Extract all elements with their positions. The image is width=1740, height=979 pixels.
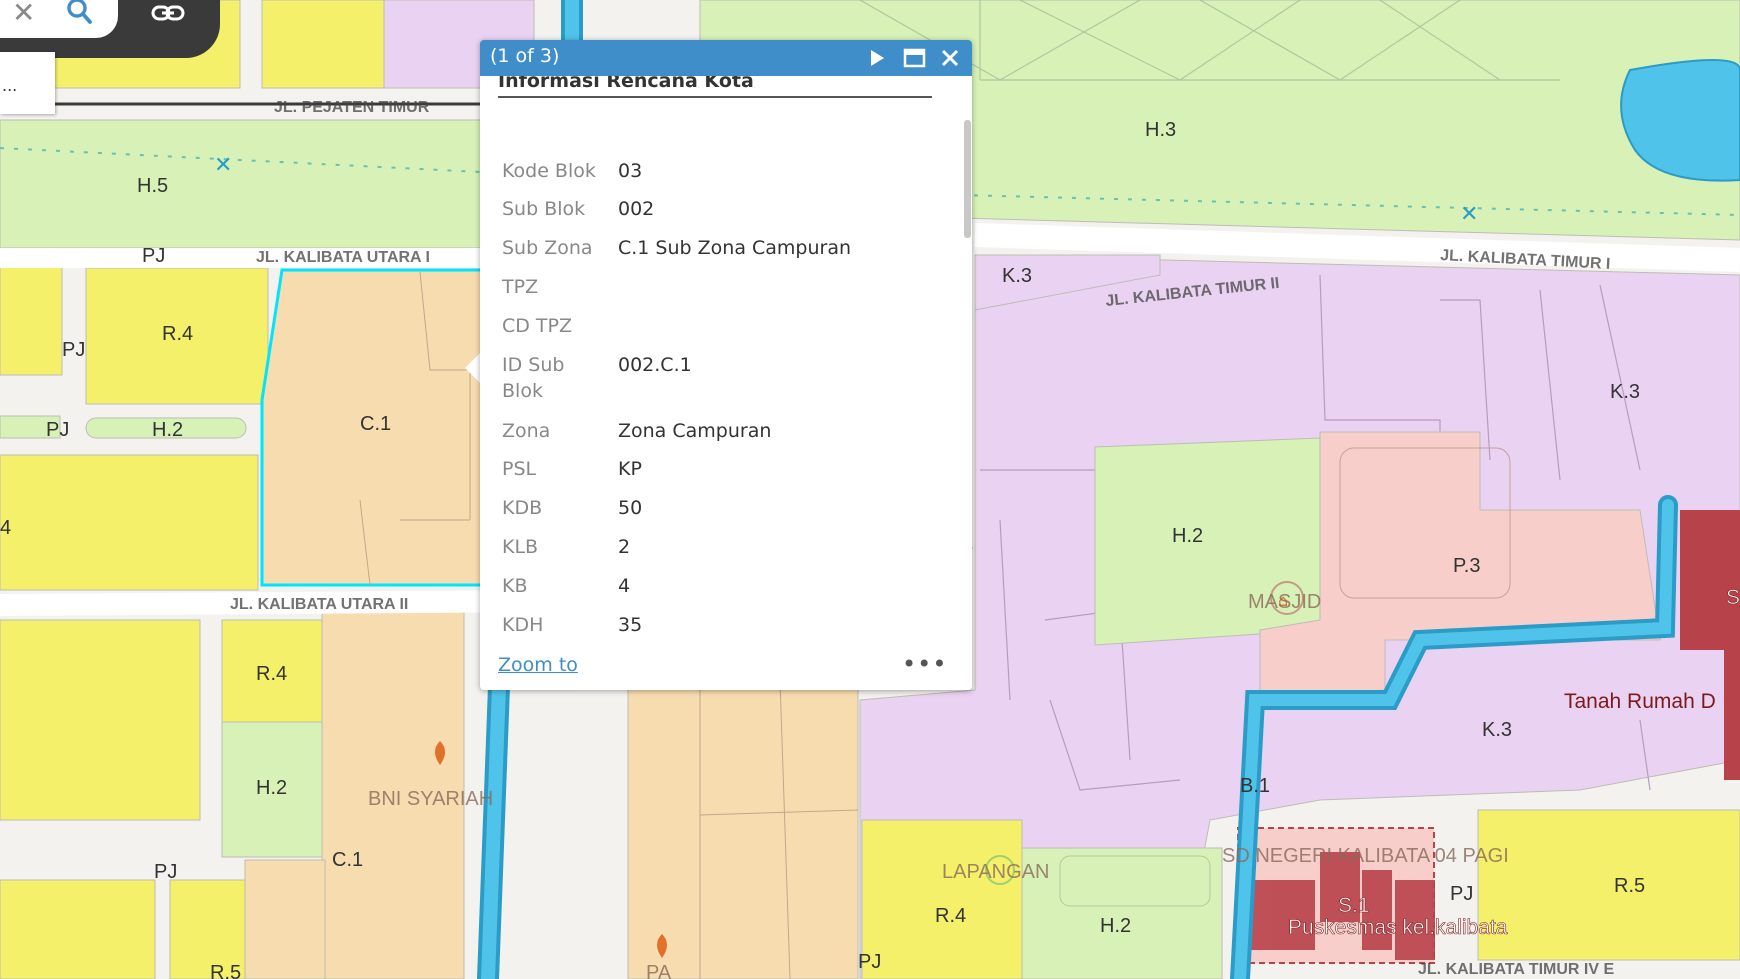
poi-label: MASJID	[1248, 591, 1321, 613]
attribute-key: Kode Blok	[502, 160, 596, 182]
attribute-key: KLB	[502, 536, 539, 558]
attribute-value: 50	[618, 651, 938, 656]
street-label: JL. KALIBATA TIMUR IV E	[1418, 961, 1614, 978]
attribute-value: 002	[618, 198, 655, 220]
attribute-key: TPZ	[502, 276, 539, 298]
popup-title: Informasi Rencana Kota	[498, 76, 754, 92]
poi-label: SD NEGERI KALIBATA 04 PAGI	[1222, 845, 1509, 867]
attribute-key: PSL	[502, 458, 537, 480]
zone-label: PJ	[1450, 883, 1473, 905]
poi-label: Puskesmas kel.kalibata	[1288, 916, 1508, 939]
popup-content[interactable]: Informasi Rencana Kota Kode Blok 03 Sub …	[480, 76, 956, 656]
zone-label: PJ	[62, 339, 85, 361]
attribute-value: 002.C.1	[618, 354, 692, 376]
zone-label: R.4	[256, 663, 287, 685]
zone-label: R.4	[162, 323, 193, 345]
poi-label: PA	[646, 962, 672, 979]
popup-header: (1 of 3)	[480, 40, 972, 76]
attribute-key: CD TPZ	[502, 315, 573, 337]
zone-label: PJ	[142, 245, 165, 267]
feature-popup: (1 of 3) Informasi Rencana Kota Kode Blo…	[480, 40, 972, 690]
attribute-value: 2	[618, 536, 631, 558]
zone-label: R.4	[935, 905, 966, 927]
zone-label: K.3	[1002, 265, 1032, 287]
poi-label: BNI SYARIAH	[368, 788, 493, 810]
zone-label: H.2	[152, 419, 183, 441]
poi-label: Tanah Rumah D	[1564, 690, 1716, 713]
zone-label: PJ	[46, 419, 69, 441]
rail-crossing-icon: ✕	[214, 153, 232, 178]
attribute-key: Zona	[502, 420, 551, 442]
search-input[interactable]: ✕	[0, 0, 118, 38]
attribute-value: 50	[618, 497, 643, 519]
maximize-icon[interactable]	[900, 44, 928, 72]
attribute-value: 03	[618, 160, 643, 182]
zone-label: PJ	[154, 861, 177, 883]
attribute-key: KB	[502, 575, 528, 597]
next-feature-icon[interactable]	[862, 44, 890, 72]
feature-count: (1 of 3)	[490, 45, 560, 67]
zone-label: 4	[0, 517, 11, 539]
attribute-key: KDH	[502, 614, 544, 636]
more-options-button[interactable]: •••	[902, 650, 947, 678]
link-icon[interactable]	[150, 0, 186, 28]
street-label: JL. KALIBATA UTARA I	[256, 249, 430, 266]
close-icon[interactable]	[936, 44, 964, 72]
attribute-key: Sub Blok	[502, 198, 586, 220]
zone-label: H.2	[1100, 915, 1131, 937]
search-suggestion[interactable]: ...	[0, 52, 55, 114]
zone-label: P.3	[1453, 555, 1480, 577]
zone-label: K.3	[1482, 719, 1512, 741]
zone-label: H.2	[1172, 525, 1203, 547]
search-icon[interactable]	[64, 0, 94, 30]
zone-label: C.1	[332, 849, 363, 871]
attribute-value: KP	[618, 458, 642, 480]
attribute-value: 4	[618, 575, 631, 597]
search-widget: ✕	[0, 0, 220, 58]
poi-label: LAPANGAN	[942, 861, 1049, 883]
close-icon[interactable]: ✕	[12, 0, 35, 28]
zone-label: B.1	[1240, 775, 1270, 797]
zone-label: K.3	[1610, 381, 1640, 403]
zoom-to-link[interactable]: Zoom to	[498, 654, 578, 676]
attribute-key: KDB	[502, 497, 543, 519]
zone-label: S	[1726, 586, 1740, 609]
zone-label: H.5	[137, 175, 168, 197]
title-divider	[498, 96, 932, 98]
street-label: JL. KALIBATA UTARA II	[230, 596, 408, 613]
zone-label: C.1	[360, 413, 391, 435]
rail-crossing-icon: ✕	[1460, 202, 1478, 227]
zone-label: H.2	[256, 777, 287, 799]
attribute-key: Sub Zona	[502, 237, 593, 259]
zone-label: R.5	[210, 962, 241, 979]
scrollbar-thumb[interactable]	[964, 120, 971, 238]
search-suggestion-text: ...	[2, 76, 18, 95]
street-label: JL. PEJATEN TIMUR	[274, 99, 430, 116]
attribute-value: 35	[618, 614, 643, 636]
popup-pointer	[465, 352, 481, 384]
zone-label: PJ	[858, 951, 881, 973]
attribute-value: C.1 Sub Zona Campuran	[618, 237, 852, 259]
attribute-key: ID Sub Blok	[502, 354, 565, 402]
attribute-value: Zona Campuran	[618, 420, 772, 442]
zone-label: R.5	[1614, 875, 1645, 897]
zone-label: S.1	[1338, 894, 1370, 917]
zone-label: H.3	[1145, 119, 1176, 141]
